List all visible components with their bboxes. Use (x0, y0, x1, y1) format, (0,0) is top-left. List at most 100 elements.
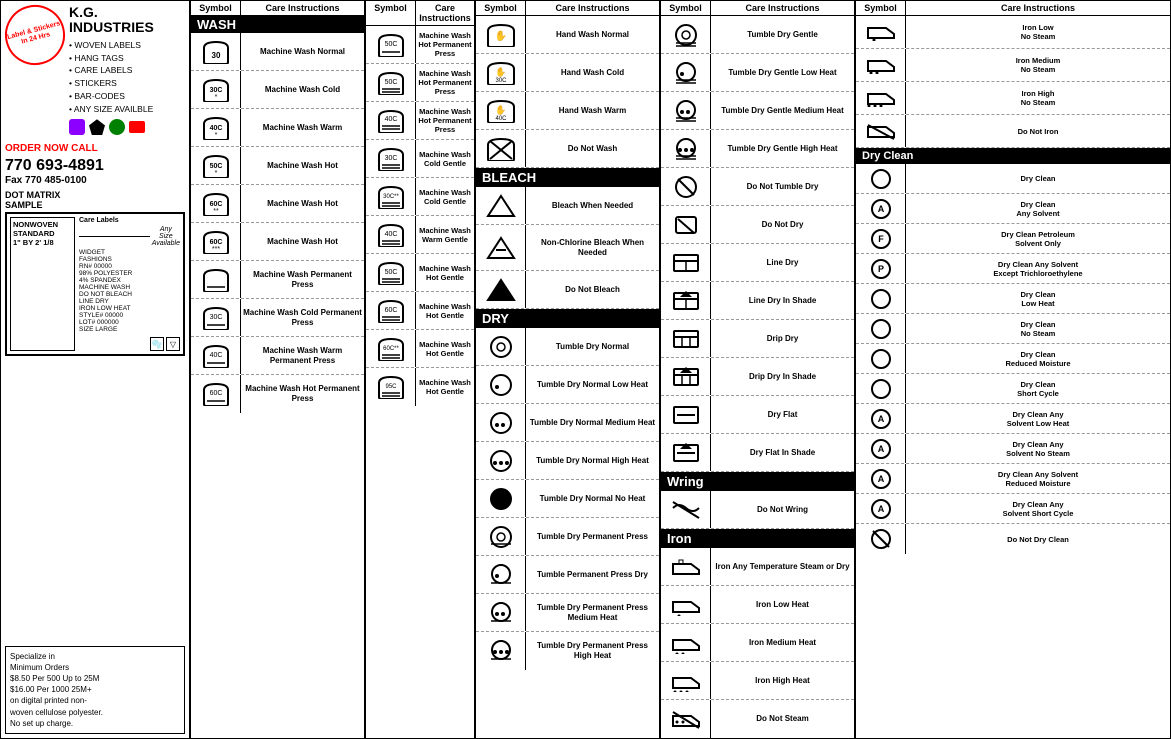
sym-non-chlorine (476, 225, 526, 270)
label-tumble-high: Tumble Dry Normal High Heat (526, 454, 659, 468)
svg-text:A: A (877, 474, 884, 484)
label-dry-clean: Dry Clean (906, 172, 1170, 185)
sym-bleach-needed (476, 187, 526, 224)
sym-dc-no-steam (856, 314, 906, 343)
label-do-not-dry: Do Not Dry (711, 218, 854, 232)
svg-text:A: A (877, 204, 884, 214)
label-iron-low: Iron Low Heat (711, 598, 854, 612)
svg-text:95C: 95C (385, 384, 397, 390)
col5-care-header: Care Instructions (906, 1, 1170, 15)
sym-iron-any (661, 548, 711, 585)
label-dca-reduced: Dry Clean Any SolventReduced Moisture (906, 468, 1170, 490)
svg-text:40C: 40C (209, 125, 222, 132)
label-drip-dry: Drip Dry (711, 332, 854, 346)
iron-section-header: Iron (661, 529, 854, 548)
sym-hot-gentle3: 60C** (366, 330, 416, 367)
sym-no-tumble (661, 168, 711, 205)
svg-text:50C: 50C (384, 269, 397, 276)
label-wash-warm: Machine Wash Warm (241, 121, 364, 135)
label-dc-except-tri: Dry Clean Any SolventExcept Trichloroeth… (906, 258, 1170, 280)
sym-warm-perm: 40C (191, 337, 241, 374)
label-dc-any-solvent: Dry CleanAny Solvent (906, 198, 1170, 220)
sym-hot-gentle2: 60C (366, 292, 416, 329)
sym-do-not-bleach (476, 271, 526, 308)
page: Label & Stickers In 24 Hrs K.G. INDUSTRI… (0, 0, 1171, 739)
svg-text:60C: 60C (209, 201, 222, 208)
label-dry-flat-shade: Dry Flat In Shade (711, 446, 854, 460)
label-bleach-needed: Bleach When Needed (526, 199, 659, 213)
col2-care-header: Care Instructions (416, 1, 474, 25)
label-iron-med: Iron Medium Heat (711, 636, 854, 650)
dot-matrix-label: DOT MATRIX SAMPLE (5, 190, 185, 210)
label-dca-short: Dry Clean AnySolvent Short Cycle (906, 498, 1170, 520)
svg-text:30C: 30C (209, 314, 222, 321)
svg-text:*: * (214, 94, 217, 101)
svg-text:60C: 60C (209, 239, 222, 246)
green-circle-icon (109, 119, 125, 135)
label-perm-press: Machine Wash Permanent Press (241, 268, 364, 291)
svg-text:A: A (877, 444, 884, 454)
sym-dca-reduced: A (856, 464, 906, 493)
dry-icon-small: ▽ (166, 337, 180, 351)
svg-text:50C: 50C (384, 79, 397, 86)
svg-text:30C: 30C (495, 78, 507, 84)
label-iron-high-nosteam: Iron HighNo Steam (906, 87, 1170, 109)
label-drip-dry-shade: Drip Dry In Shade (711, 370, 854, 384)
bleach-section-header: BLEACH (476, 168, 659, 187)
star-icon (89, 119, 105, 135)
svg-text:60C: 60C (209, 390, 222, 397)
sym-cold-gentle2: 30C** (366, 178, 416, 215)
col-care-header: Care Instructions (241, 1, 364, 15)
red-rect-icon (129, 121, 145, 133)
sym-tumble-pp-med (476, 594, 526, 631)
label-do-not-steam: Do Not Steam (711, 712, 854, 726)
sym-hot-perm: 60C (191, 375, 241, 413)
sym-50c-pp: 50C (366, 26, 416, 63)
svg-text:✋: ✋ (495, 104, 506, 115)
svg-text:40C: 40C (209, 352, 222, 359)
label-tumble-med: Tumble Dry Normal Medium Heat (526, 416, 659, 430)
sym-iron-low (661, 586, 711, 623)
label-do-not-wring: Do Not Wring (711, 503, 854, 517)
care-labels-label: Care Labels (79, 217, 180, 224)
sym-iron-high-nosteam (856, 82, 906, 114)
label-dry-flat: Dry Flat (711, 408, 854, 422)
order-call-label: ORDER NOW CALL (5, 143, 185, 154)
svg-text:30C**: 30C** (383, 194, 399, 200)
sym-dca-nosteam: A (856, 434, 906, 463)
label-hot-gentle2: Machine Wash Hot Gentle (416, 300, 474, 322)
label-tumble-noheat: Tumble Dry Normal No Heat (526, 492, 659, 506)
sym-dry-clean (856, 164, 906, 193)
svg-text:✋: ✋ (494, 29, 506, 42)
sym-dc-petroleum: F (856, 224, 906, 253)
label-tumble-gentle-high: Tumble Dry Gentle High Heat (711, 142, 854, 156)
main-table: Symbol Care Instructions WASH 30 Machine… (191, 1, 1170, 738)
sym-wash-warm: 40C* (191, 109, 241, 146)
sym-cold-perm: 30C (191, 299, 241, 336)
sym-perm-press (191, 261, 241, 298)
sym-tumble-gentle-high (661, 130, 711, 167)
sym-drip-dry-shade (661, 358, 711, 395)
wash-icon-small: 🫧 (150, 337, 164, 351)
dryclean-section-header: Dry Clean (856, 148, 1170, 164)
label-wash-hot1: Machine Wash Hot (241, 159, 364, 173)
label-tumble-gentle-low: Tumble Dry Gentle Low Heat (711, 66, 854, 80)
label-non-chlorine: Non-Chlorine Bleach When Needed (526, 236, 659, 259)
svg-text:60C: 60C (384, 307, 397, 314)
label-wash-hot3: Machine Wash Hot (241, 235, 364, 249)
label-60c-pp2: Machine Wash Hot Permanent Press (416, 67, 474, 98)
sym-60c-pp3: 40C (366, 102, 416, 139)
label-hot-gentle4: Machine Wash Hot Gentle (416, 376, 474, 398)
svg-text:A: A (877, 504, 884, 514)
label-line-dry: Line Dry (711, 256, 854, 270)
sym-wash-cold: 30C* (191, 71, 241, 108)
label-50c-pp: Machine Wash Hot Permanent Press (416, 29, 474, 60)
svg-text:P: P (877, 264, 883, 274)
sym-dry-flat (661, 396, 711, 433)
label-60c-pp3: Machine Wash Hot Permanent Press (416, 105, 474, 136)
sym-handwash-cold: ✋30C (476, 54, 526, 91)
sidebar: Label & Stickers In 24 Hrs K.G. INDUSTRI… (1, 1, 191, 738)
svg-text:30C: 30C (209, 87, 222, 94)
label-iron-low-nosteam: Iron LowNo Steam (906, 21, 1170, 43)
label-dc-reduced: Dry CleanReduced Moisture (906, 348, 1170, 370)
